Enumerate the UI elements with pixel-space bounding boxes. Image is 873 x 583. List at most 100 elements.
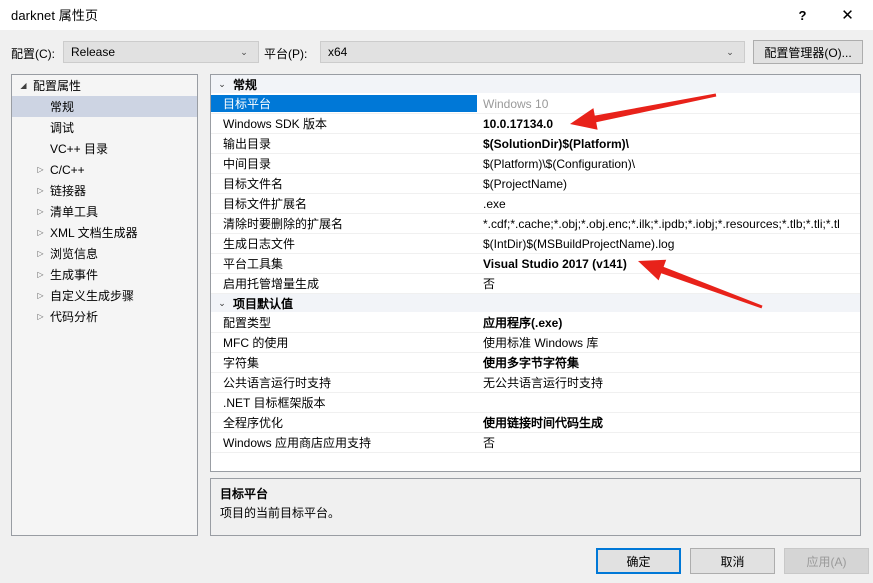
triangle-right-icon[interactable]: ▷ — [32, 249, 49, 258]
window-title: darknet 属性页 — [11, 8, 99, 23]
grid-row-name: 中间目录 — [223, 157, 272, 171]
tree-item-3[interactable]: VC++ 目录 — [12, 138, 197, 159]
grid-row[interactable]: 启用托管增量生成 否 — [211, 274, 860, 294]
grid-row-name: 字符集 — [223, 356, 260, 370]
grid-row[interactable]: MFC 的使用 使用标准 Windows 库 — [211, 333, 860, 353]
grid-row-value[interactable]: 否 — [477, 275, 860, 292]
close-icon[interactable]: ✕ — [825, 0, 870, 30]
triangle-down-icon[interactable]: ◢ — [15, 81, 32, 90]
triangle-right-icon[interactable]: ▷ — [32, 165, 49, 174]
grid-row-name: .NET 目标框架版本 — [223, 396, 326, 410]
triangle-right-icon[interactable]: ▷ — [32, 291, 49, 300]
grid-row[interactable]: .NET 目标框架版本 — [211, 393, 860, 413]
tree-item-label: 链接器 — [50, 184, 87, 198]
tree-item-2[interactable]: 调试 — [12, 117, 197, 138]
grid-row[interactable]: 字符集 使用多字节字符集 — [211, 353, 860, 373]
description-pane: 目标平台 项目的当前目标平台。 — [210, 478, 861, 536]
tree-item-11[interactable]: ▷ 代码分析 — [12, 306, 197, 327]
tree-item-label: 配置属性 — [33, 79, 82, 93]
tree-item-label: 清单工具 — [50, 205, 99, 219]
grid-row-value[interactable]: 无公共语言运行时支持 — [477, 374, 860, 391]
grid-row[interactable]: 公共语言运行时支持 无公共语言运行时支持 — [211, 373, 860, 393]
grid-row[interactable]: 生成日志文件 $(IntDir)$(MSBuildProjectName).log — [211, 234, 860, 254]
tree-item-9[interactable]: ▷ 生成事件 — [12, 264, 197, 285]
tree-item-10[interactable]: ▷ 自定义生成步骤 — [12, 285, 197, 306]
grid-row[interactable]: 清除时要删除的扩展名 *.cdf;*.cache;*.obj;*.obj.enc;… — [211, 214, 860, 234]
grid-row[interactable]: 配置类型 应用程序(.exe) — [211, 313, 860, 333]
grid-row-name: 公共语言运行时支持 — [223, 376, 332, 390]
tree-item-0[interactable]: ◢ 配置属性 — [12, 75, 197, 96]
tree-item-label: 生成事件 — [50, 268, 99, 282]
grid-row-value[interactable]: 使用多字节字符集 — [477, 354, 860, 371]
grid-row-value[interactable]: .exe — [477, 197, 860, 211]
chevron-down-icon[interactable]: ⌄ — [211, 298, 233, 308]
triangle-right-icon[interactable]: ▷ — [32, 270, 49, 279]
grid-row-value[interactable]: $(SolutionDir)$(Platform)\ — [477, 137, 860, 151]
grid-row-value[interactable]: *.cdf;*.cache;*.obj;*.obj.enc;*.ilk;*.ip… — [477, 217, 860, 231]
grid-row-name: MFC 的使用 — [223, 336, 289, 350]
settings-tree[interactable]: ◢ 配置属性 常规 调试 VC++ 目录 ▷ C/C++ ▷ 链接器 ▷ 清单工具 ▷ XML 文档生成… — [11, 74, 198, 536]
grid-row[interactable]: Windows SDK 版本 10.0.17134.0 — [211, 114, 860, 134]
grid-row-value[interactable]: Visual Studio 2017 (v141) — [477, 257, 860, 271]
tree-item-4[interactable]: ▷ C/C++ — [12, 159, 197, 180]
tree-item-label: XML 文档生成器 — [50, 226, 138, 240]
grid-row[interactable]: 目标文件名 $(ProjectName) — [211, 174, 860, 194]
grid-row-value[interactable]: 应用程序(.exe) — [477, 314, 860, 331]
triangle-right-icon[interactable]: ▷ — [32, 312, 49, 321]
property-grid[interactable]: ⌄ 常规 目标平台 Windows 10 Windows SDK 版本 10.0.1713… — [210, 74, 861, 472]
configuration-manager-button[interactable]: 配置管理器(O)... — [753, 40, 863, 64]
ok-button[interactable]: 确定 — [596, 548, 681, 574]
grid-row-name: 启用托管增量生成 — [223, 277, 320, 291]
title-bar: darknet 属性页 ? ✕ — [0, 0, 873, 30]
grid-section-title: 常规 — [233, 77, 258, 92]
tree-item-label: 常规 — [50, 100, 75, 114]
tree-item-label: 浏览信息 — [50, 247, 99, 261]
tree-item-5[interactable]: ▷ 链接器 — [12, 180, 197, 201]
grid-row-name: 目标文件名 — [223, 177, 284, 191]
configuration-select[interactable]: Release ⌄ — [63, 41, 259, 63]
tree-item-6[interactable]: ▷ 清单工具 — [12, 201, 197, 222]
platform-select[interactable]: x64 ⌄ — [320, 41, 745, 63]
grid-row-name: Windows SDK 版本 — [223, 117, 328, 131]
grid-row[interactable]: 目标文件扩展名 .exe — [211, 194, 860, 214]
grid-row-name: 生成日志文件 — [223, 237, 296, 251]
grid-row-name: 目标平台 — [211, 95, 477, 112]
grid-row[interactable]: 输出目录 $(SolutionDir)$(Platform)\ — [211, 134, 860, 154]
grid-row-value[interactable]: $(IntDir)$(MSBuildProjectName).log — [477, 237, 860, 251]
tree-item-1[interactable]: 常规 — [12, 96, 197, 117]
tree-item-label: VC++ 目录 — [50, 142, 109, 156]
grid-row-name: 清除时要删除的扩展名 — [223, 217, 344, 231]
grid-row[interactable]: 中间目录 $(Platform)\$(Configuration)\ — [211, 154, 860, 174]
grid-row-value[interactable]: $(ProjectName) — [477, 177, 860, 191]
platform-value: x64 — [328, 45, 348, 59]
grid-row-value[interactable]: 使用链接时间代码生成 — [477, 414, 860, 431]
help-icon[interactable]: ? — [780, 0, 825, 30]
configuration-label: 配置(C): — [11, 47, 55, 61]
description-body: 项目的当前目标平台。 — [220, 506, 341, 520]
chevron-down-icon[interactable]: ⌄ — [211, 79, 233, 89]
grid-section-header-1[interactable]: ⌄ 项目默认值 — [211, 294, 860, 313]
cancel-button[interactable]: 取消 — [690, 548, 775, 574]
triangle-right-icon[interactable]: ▷ — [32, 207, 49, 216]
grid-row[interactable]: Windows 应用商店应用支持 否 — [211, 433, 860, 453]
description-title: 目标平台 — [220, 487, 269, 501]
grid-row-value[interactable]: Windows 10 — [477, 97, 860, 111]
triangle-right-icon[interactable]: ▷ — [32, 186, 49, 195]
tree-item-7[interactable]: ▷ XML 文档生成器 — [12, 222, 197, 243]
grid-section-header-0[interactable]: ⌄ 常规 — [211, 75, 860, 94]
grid-row-name: 配置类型 — [223, 316, 272, 330]
grid-row-value[interactable]: 10.0.17134.0 — [477, 117, 860, 131]
grid-row[interactable]: 平台工具集 Visual Studio 2017 (v141) — [211, 254, 860, 274]
tree-item-8[interactable]: ▷ 浏览信息 — [12, 243, 197, 264]
tree-item-label: 代码分析 — [50, 310, 99, 324]
apply-button: 应用(A) — [784, 548, 869, 574]
grid-row-value[interactable]: 使用标准 Windows 库 — [477, 334, 860, 351]
grid-row-value[interactable]: $(Platform)\$(Configuration)\ — [477, 157, 860, 171]
grid-row-name: Windows 应用商店应用支持 — [223, 436, 372, 450]
grid-row-value[interactable]: 否 — [477, 434, 860, 451]
chevron-down-icon: ⌄ — [240, 46, 248, 57]
grid-row[interactable]: 目标平台 Windows 10 — [211, 94, 860, 114]
triangle-right-icon[interactable]: ▷ — [32, 228, 49, 237]
grid-row[interactable]: 全程序优化 使用链接时间代码生成 — [211, 413, 860, 433]
grid-row-name: 平台工具集 — [223, 257, 284, 271]
